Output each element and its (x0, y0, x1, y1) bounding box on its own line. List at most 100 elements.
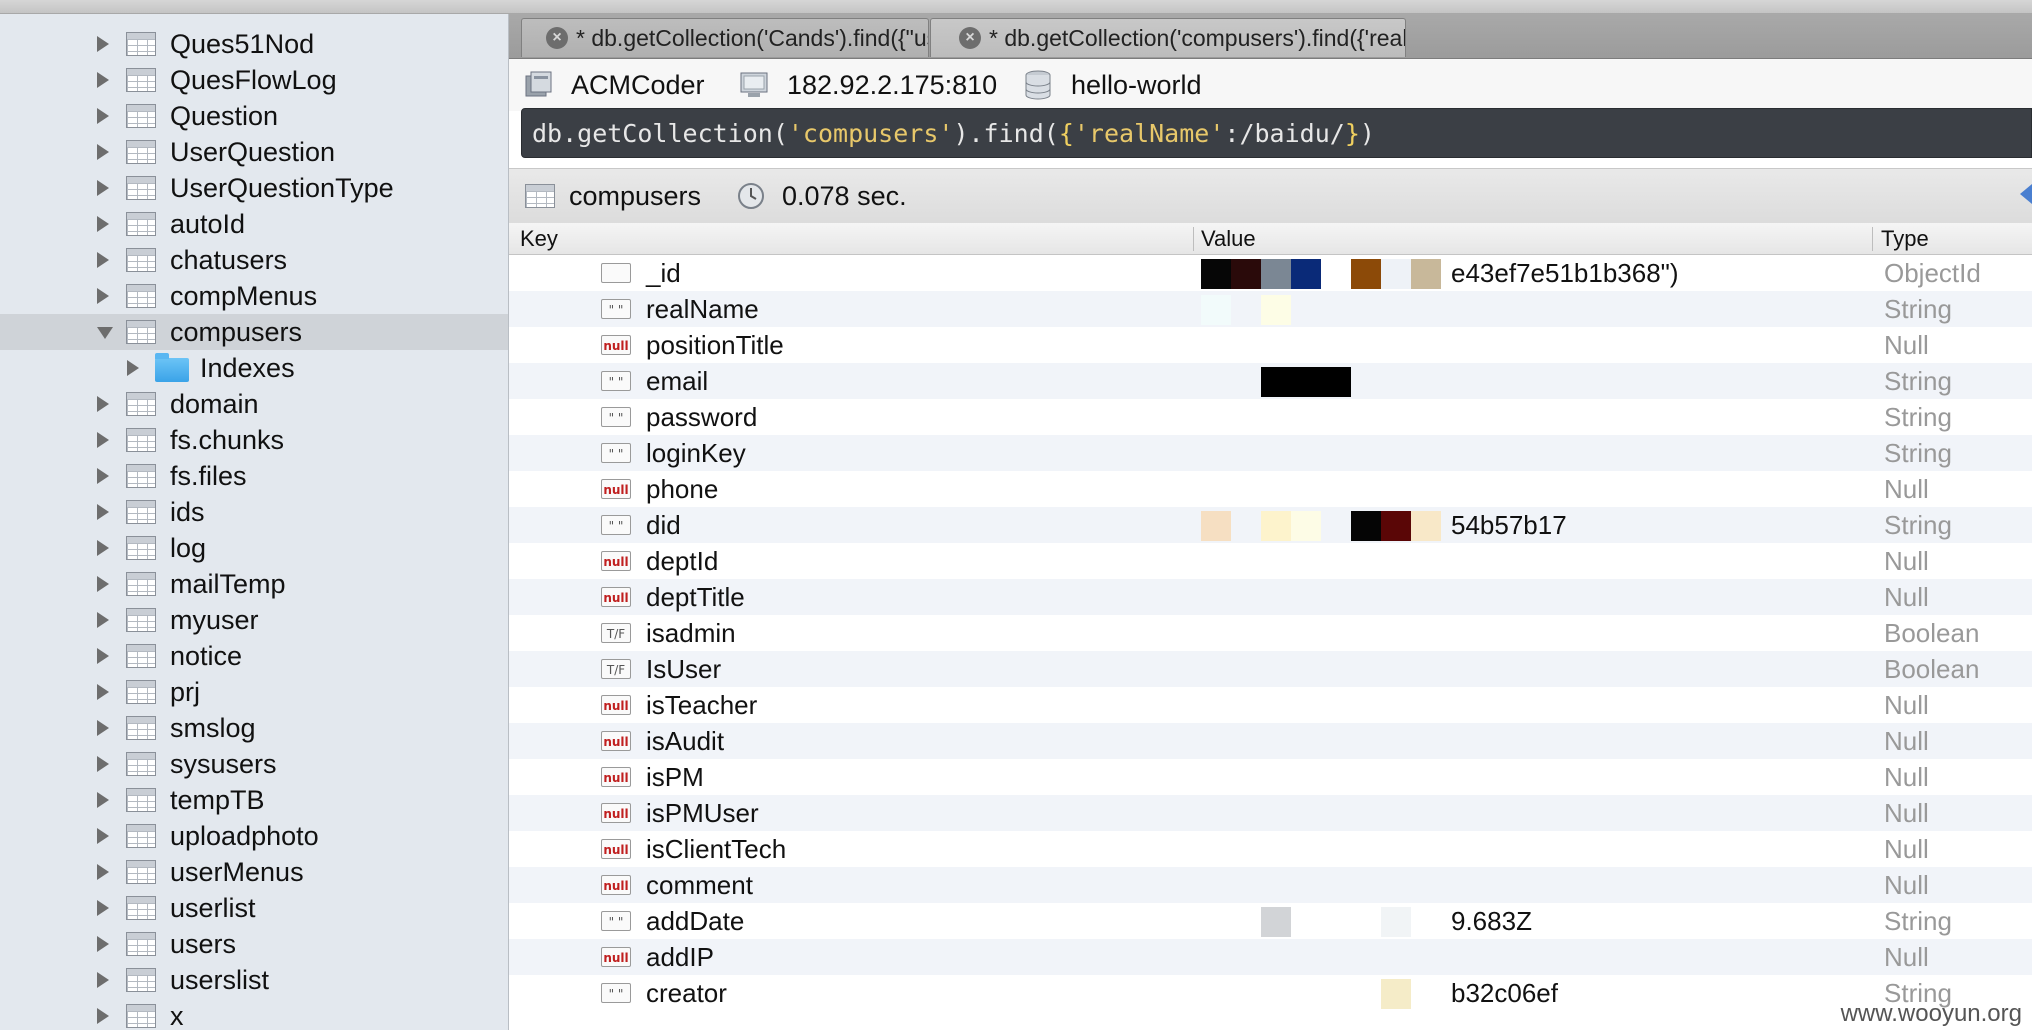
redaction-block (1261, 295, 1291, 325)
table-row[interactable]: " " email String (509, 363, 2032, 399)
table-row[interactable]: null positionTitle Null (509, 327, 2032, 363)
tree-folder-item[interactable]: Indexes (0, 350, 508, 386)
table-row[interactable]: null isClientTech Null (509, 831, 2032, 867)
disclosure-collapsed-icon[interactable] (97, 828, 109, 844)
tree-collection-item[interactable]: log (0, 530, 508, 566)
disclosure-collapsed-icon[interactable] (97, 900, 109, 916)
row-key: addIP (646, 941, 714, 972)
table-row[interactable]: null phone Null (509, 471, 2032, 507)
tree-item-label: UserQuestion (170, 137, 336, 167)
tab-cands-query[interactable]: × * db.getCollection('Cands').find({"use… (521, 18, 929, 57)
table-row[interactable]: " " addDate 9.683Z String (509, 903, 2032, 939)
tree-collection-item[interactable]: Ques51Nod (0, 26, 508, 62)
tree-collection-item[interactable]: ids (0, 494, 508, 530)
table-row[interactable]: T/F isadmin Boolean (509, 615, 2032, 651)
disclosure-collapsed-icon[interactable] (97, 288, 109, 304)
table-row[interactable]: " " did 54b57b17 String (509, 507, 2032, 543)
disclosure-collapsed-icon[interactable] (97, 396, 109, 412)
tree-collection-item[interactable]: fs.chunks (0, 422, 508, 458)
tree-collection-item[interactable]: tempTB (0, 782, 508, 818)
disclosure-collapsed-icon[interactable] (97, 612, 109, 628)
tree-collection-item[interactable]: chatusers (0, 242, 508, 278)
tree-collection-item[interactable]: domain (0, 386, 508, 422)
close-icon[interactable]: × (959, 27, 981, 49)
disclosure-collapsed-icon[interactable] (97, 504, 109, 520)
disclosure-collapsed-icon[interactable] (97, 108, 109, 124)
disclosure-collapsed-icon[interactable] (97, 720, 109, 736)
tree-collection-item[interactable]: prj (0, 674, 508, 710)
column-type[interactable]: Type (1881, 223, 1929, 254)
column-value[interactable]: Value (1201, 223, 1256, 254)
disclosure-collapsed-icon[interactable] (97, 468, 109, 484)
column-divider[interactable] (1872, 227, 1873, 251)
table-row[interactable]: " " password String (509, 399, 2032, 435)
row-key: realName (646, 293, 759, 324)
tree-collection-item[interactable]: myuser (0, 602, 508, 638)
table-row[interactable]: null deptTitle Null (509, 579, 2032, 615)
disclosure-expanded-icon[interactable] (97, 327, 113, 339)
tree-collection-item[interactable]: mailTemp (0, 566, 508, 602)
disclosure-collapsed-icon[interactable] (97, 936, 109, 952)
tree-collection-item[interactable]: QuesFlowLog (0, 62, 508, 98)
close-icon[interactable]: × (546, 27, 568, 49)
disclosure-collapsed-icon[interactable] (97, 756, 109, 772)
tree-collection-item[interactable]: userslist (0, 962, 508, 998)
tree-collection-item[interactable]: users (0, 926, 508, 962)
tree-item-label: smslog (170, 713, 256, 743)
tree-collection-item[interactable]: compusers (0, 314, 508, 350)
query-text-mid: ).find( (953, 118, 1059, 148)
disclosure-collapsed-icon[interactable] (97, 972, 109, 988)
tree-collection-item[interactable]: Question (0, 98, 508, 134)
table-icon (126, 68, 156, 92)
table-row[interactable]: null isPM Null (509, 759, 2032, 795)
row-value: e43ef7e51b1b368") (1451, 257, 1679, 288)
column-divider[interactable] (1193, 227, 1194, 251)
tree-collection-item[interactable]: userlist (0, 890, 508, 926)
disclosure-collapsed-icon[interactable] (97, 648, 109, 664)
disclosure-collapsed-icon[interactable] (97, 1008, 109, 1024)
disclosure-collapsed-icon[interactable] (97, 36, 109, 52)
tree-collection-item[interactable]: smslog (0, 710, 508, 746)
tree-collection-item[interactable]: compMenus (0, 278, 508, 314)
tree-collection-item[interactable]: x (0, 998, 508, 1030)
table-row[interactable]: " " creator b32c06ef String (509, 975, 2032, 1011)
disclosure-collapsed-icon[interactable] (97, 432, 109, 448)
table-row[interactable]: null addIP Null (509, 939, 2032, 975)
disclosure-collapsed-icon[interactable] (127, 360, 139, 376)
disclosure-collapsed-icon[interactable] (97, 864, 109, 880)
disclosure-collapsed-icon[interactable] (97, 540, 109, 556)
disclosure-collapsed-icon[interactable] (97, 252, 109, 268)
table-row[interactable]: null isAudit Null (509, 723, 2032, 759)
row-type: Null (1884, 941, 1929, 972)
disclosure-collapsed-icon[interactable] (97, 180, 109, 196)
disclosure-collapsed-icon[interactable] (97, 792, 109, 808)
table-row[interactable]: null comment Null (509, 867, 2032, 903)
tree-collection-item[interactable]: UserQuestionType (0, 170, 508, 206)
query-collection-arg: 'compusers' (787, 118, 954, 148)
tree-item-label: sysusers (170, 749, 277, 779)
table-row[interactable]: null isPMUser Null (509, 795, 2032, 831)
tree-collection-item[interactable]: autoId (0, 206, 508, 242)
tree-collection-item[interactable]: sysusers (0, 746, 508, 782)
tree-collection-item[interactable]: fs.files (0, 458, 508, 494)
disclosure-collapsed-icon[interactable] (97, 144, 109, 160)
table-row[interactable]: _id e43ef7e51b1b368") ObjectId (509, 255, 2032, 291)
tree-collection-item[interactable]: userMenus (0, 854, 508, 890)
disclosure-collapsed-icon[interactable] (97, 576, 109, 592)
table-row[interactable]: " " loginKey String (509, 435, 2032, 471)
table-row[interactable]: " " realName String (509, 291, 2032, 327)
disclosure-collapsed-icon[interactable] (97, 216, 109, 232)
query-editor[interactable]: db.getCollection('compusers').find({'rea… (521, 108, 2032, 158)
column-key[interactable]: Key (520, 223, 558, 254)
tree-collection-item[interactable]: uploadphoto (0, 818, 508, 854)
table-row[interactable]: null isTeacher Null (509, 687, 2032, 723)
panel-collapse-marker[interactable] (2020, 184, 2032, 204)
table-row[interactable]: null deptId Null (509, 543, 2032, 579)
tab-compusers-query[interactable]: × * db.getCollection('compusers').find({… (930, 18, 1406, 57)
table-row[interactable]: T/F IsUser Boolean (509, 651, 2032, 687)
disclosure-collapsed-icon[interactable] (97, 684, 109, 700)
tree-collection-item[interactable]: UserQuestion (0, 134, 508, 170)
tree-collection-item[interactable]: notice (0, 638, 508, 674)
null-type-icon: null (601, 767, 631, 787)
disclosure-collapsed-icon[interactable] (97, 72, 109, 88)
